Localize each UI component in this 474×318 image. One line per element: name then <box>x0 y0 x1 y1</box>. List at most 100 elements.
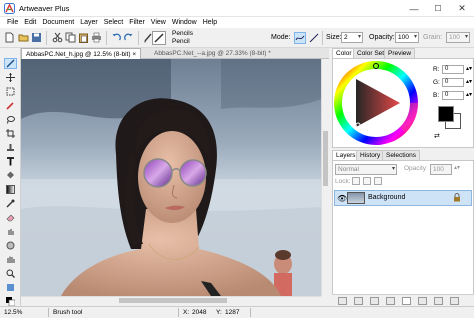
g-value: 0 <box>445 79 449 85</box>
cut-icon[interactable] <box>52 32 63 43</box>
status-separator <box>250 308 251 317</box>
duplicate-layer-icon[interactable] <box>418 297 427 305</box>
zoom-tool-icon[interactable] <box>4 268 17 279</box>
fill-bucket-icon[interactable] <box>4 170 17 181</box>
move-tool-icon[interactable] <box>4 72 17 83</box>
straight-line-mode-icon[interactable] <box>308 32 320 44</box>
tab-color[interactable]: Color <box>332 48 356 58</box>
b-input[interactable]: 0 <box>442 91 464 100</box>
blend-mode-select[interactable]: Normal <box>335 164 397 175</box>
mode-label: Mode: <box>271 34 291 41</box>
tab-selections[interactable]: Selections <box>382 150 420 160</box>
swap-colors-icon[interactable]: ⇄ <box>434 132 440 140</box>
minimize-button[interactable]: — <box>402 0 426 17</box>
stamp-icon[interactable] <box>4 142 17 153</box>
r-input[interactable]: 0 <box>442 65 464 74</box>
g-spin-icon[interactable]: ▴▾ <box>466 78 472 85</box>
close-tab-icon[interactable]: × <box>132 51 136 58</box>
lock-label: Lock: <box>335 178 351 185</box>
layer-opacity-input[interactable]: 100 <box>430 164 452 175</box>
size-input[interactable]: 2 <box>341 32 363 43</box>
close-button[interactable]: ✕ <box>450 0 474 17</box>
smudge-icon[interactable] <box>4 226 17 237</box>
tab-document-1-label: AbbasPC.Net_h.jpg @ 12.5% (8-bit) <box>26 51 131 58</box>
new-document-icon[interactable] <box>4 32 15 43</box>
b-label: B: <box>433 92 440 99</box>
menu-select[interactable]: Select <box>101 17 126 28</box>
shape-tool-icon[interactable] <box>4 282 17 293</box>
new-group-icon[interactable] <box>386 297 395 305</box>
opacity-input[interactable]: 100 <box>395 32 419 43</box>
opacity-label: Opacity: <box>369 34 395 41</box>
eyedropper-icon[interactable] <box>4 198 17 209</box>
layer-row[interactable]: 👁 Background <box>334 190 472 206</box>
brush-tool-icon[interactable] <box>4 100 17 111</box>
layer-mask-icon[interactable] <box>370 297 379 305</box>
toolbar-separator <box>46 31 47 45</box>
color-wheel[interactable] <box>334 61 418 145</box>
image-canvas[interactable] <box>21 59 321 296</box>
tab-color-set[interactable]: Color Set <box>353 48 389 58</box>
menu-edit[interactable]: Edit <box>21 17 39 28</box>
menu-help[interactable]: Help <box>200 17 220 28</box>
new-layer-icon[interactable] <box>402 297 411 305</box>
hand-tool-icon[interactable] <box>4 254 17 265</box>
lock-transparency-icon[interactable] <box>352 177 360 185</box>
menu-document[interactable]: Document <box>39 17 77 28</box>
layer-opacity-label: Opacity: <box>404 165 428 172</box>
menu-layer[interactable]: Layer <box>77 17 101 28</box>
tab-document-2[interactable]: AbbasPC.Net_--a.jpg @ 27.33% (8-bit) * <box>150 48 275 59</box>
print-icon[interactable] <box>91 32 102 43</box>
toolbar: Pencils Pencil Mode: Size: 2 Opacity: 10… <box>0 28 474 48</box>
menu-window[interactable]: Window <box>169 17 200 28</box>
maximize-button[interactable]: ☐ <box>426 0 450 17</box>
tab-history[interactable]: History <box>356 150 385 160</box>
lasso-icon[interactable] <box>4 114 17 125</box>
brush-thumbnail[interactable] <box>152 31 166 45</box>
b-spin-icon[interactable]: ▴▾ <box>466 91 472 98</box>
y-coordinate: 1287 <box>225 309 240 316</box>
lock-all-icon[interactable] <box>374 177 382 185</box>
menu-filter[interactable]: Filter <box>126 17 148 28</box>
text-tool-icon[interactable] <box>4 156 17 167</box>
x-label: X: <box>183 309 190 316</box>
freehand-mode-icon[interactable] <box>294 32 306 44</box>
gradient-icon[interactable] <box>4 184 17 195</box>
vertical-scroll-thumb[interactable] <box>323 131 328 186</box>
tab-document-2-label: AbbasPC.Net_--a.jpg @ 27.33% (8-bit) * <box>154 50 271 57</box>
g-input[interactable]: 0 <box>442 78 464 87</box>
open-folder-icon[interactable] <box>18 32 29 43</box>
dodge-icon[interactable] <box>4 240 17 251</box>
delete-layer-icon[interactable] <box>450 297 459 305</box>
menu-file[interactable]: File <box>4 17 21 28</box>
lock-pixels-icon[interactable] <box>363 177 371 185</box>
redo-icon[interactable] <box>123 32 134 43</box>
r-spin-icon[interactable]: ▴▾ <box>466 65 472 72</box>
foreground-color-swatch[interactable] <box>438 106 454 122</box>
crop-icon[interactable] <box>4 128 17 139</box>
save-icon[interactable] <box>31 32 42 43</box>
eye-visibility-icon[interactable]: 👁 <box>337 194 347 203</box>
layer-effects-icon[interactable] <box>354 297 363 305</box>
brush-variant[interactable]: Pencil <box>172 38 190 45</box>
pointer-tool-icon[interactable] <box>4 58 17 69</box>
undo-icon[interactable] <box>111 32 122 43</box>
toolbar-separator <box>138 31 139 45</box>
vertical-scrollbar[interactable] <box>321 59 329 296</box>
horizontal-scroll-thumb[interactable] <box>119 298 227 303</box>
rectangle-select-icon[interactable] <box>4 86 17 97</box>
brush-category[interactable]: Pencils <box>172 30 193 37</box>
tab-preview[interactable]: Preview <box>384 48 416 58</box>
grain-input[interactable]: 100 <box>446 32 470 43</box>
tab-document-1[interactable]: AbbasPC.Net_h.jpg @ 12.5% (8-bit) × <box>21 48 142 59</box>
link-layers-icon[interactable] <box>338 297 347 305</box>
copy-icon[interactable] <box>65 32 76 43</box>
horizontal-scrollbar[interactable] <box>21 296 321 304</box>
paste-icon[interactable] <box>78 32 89 43</box>
menu-view[interactable]: View <box>148 17 169 28</box>
opacity-value: 100 <box>398 34 409 41</box>
eraser-icon[interactable] <box>4 212 17 223</box>
layer-opacity-spin-icon[interactable]: ▴▾ <box>454 164 460 171</box>
layer-properties-icon[interactable] <box>434 297 443 305</box>
g-label: G: <box>433 79 440 86</box>
